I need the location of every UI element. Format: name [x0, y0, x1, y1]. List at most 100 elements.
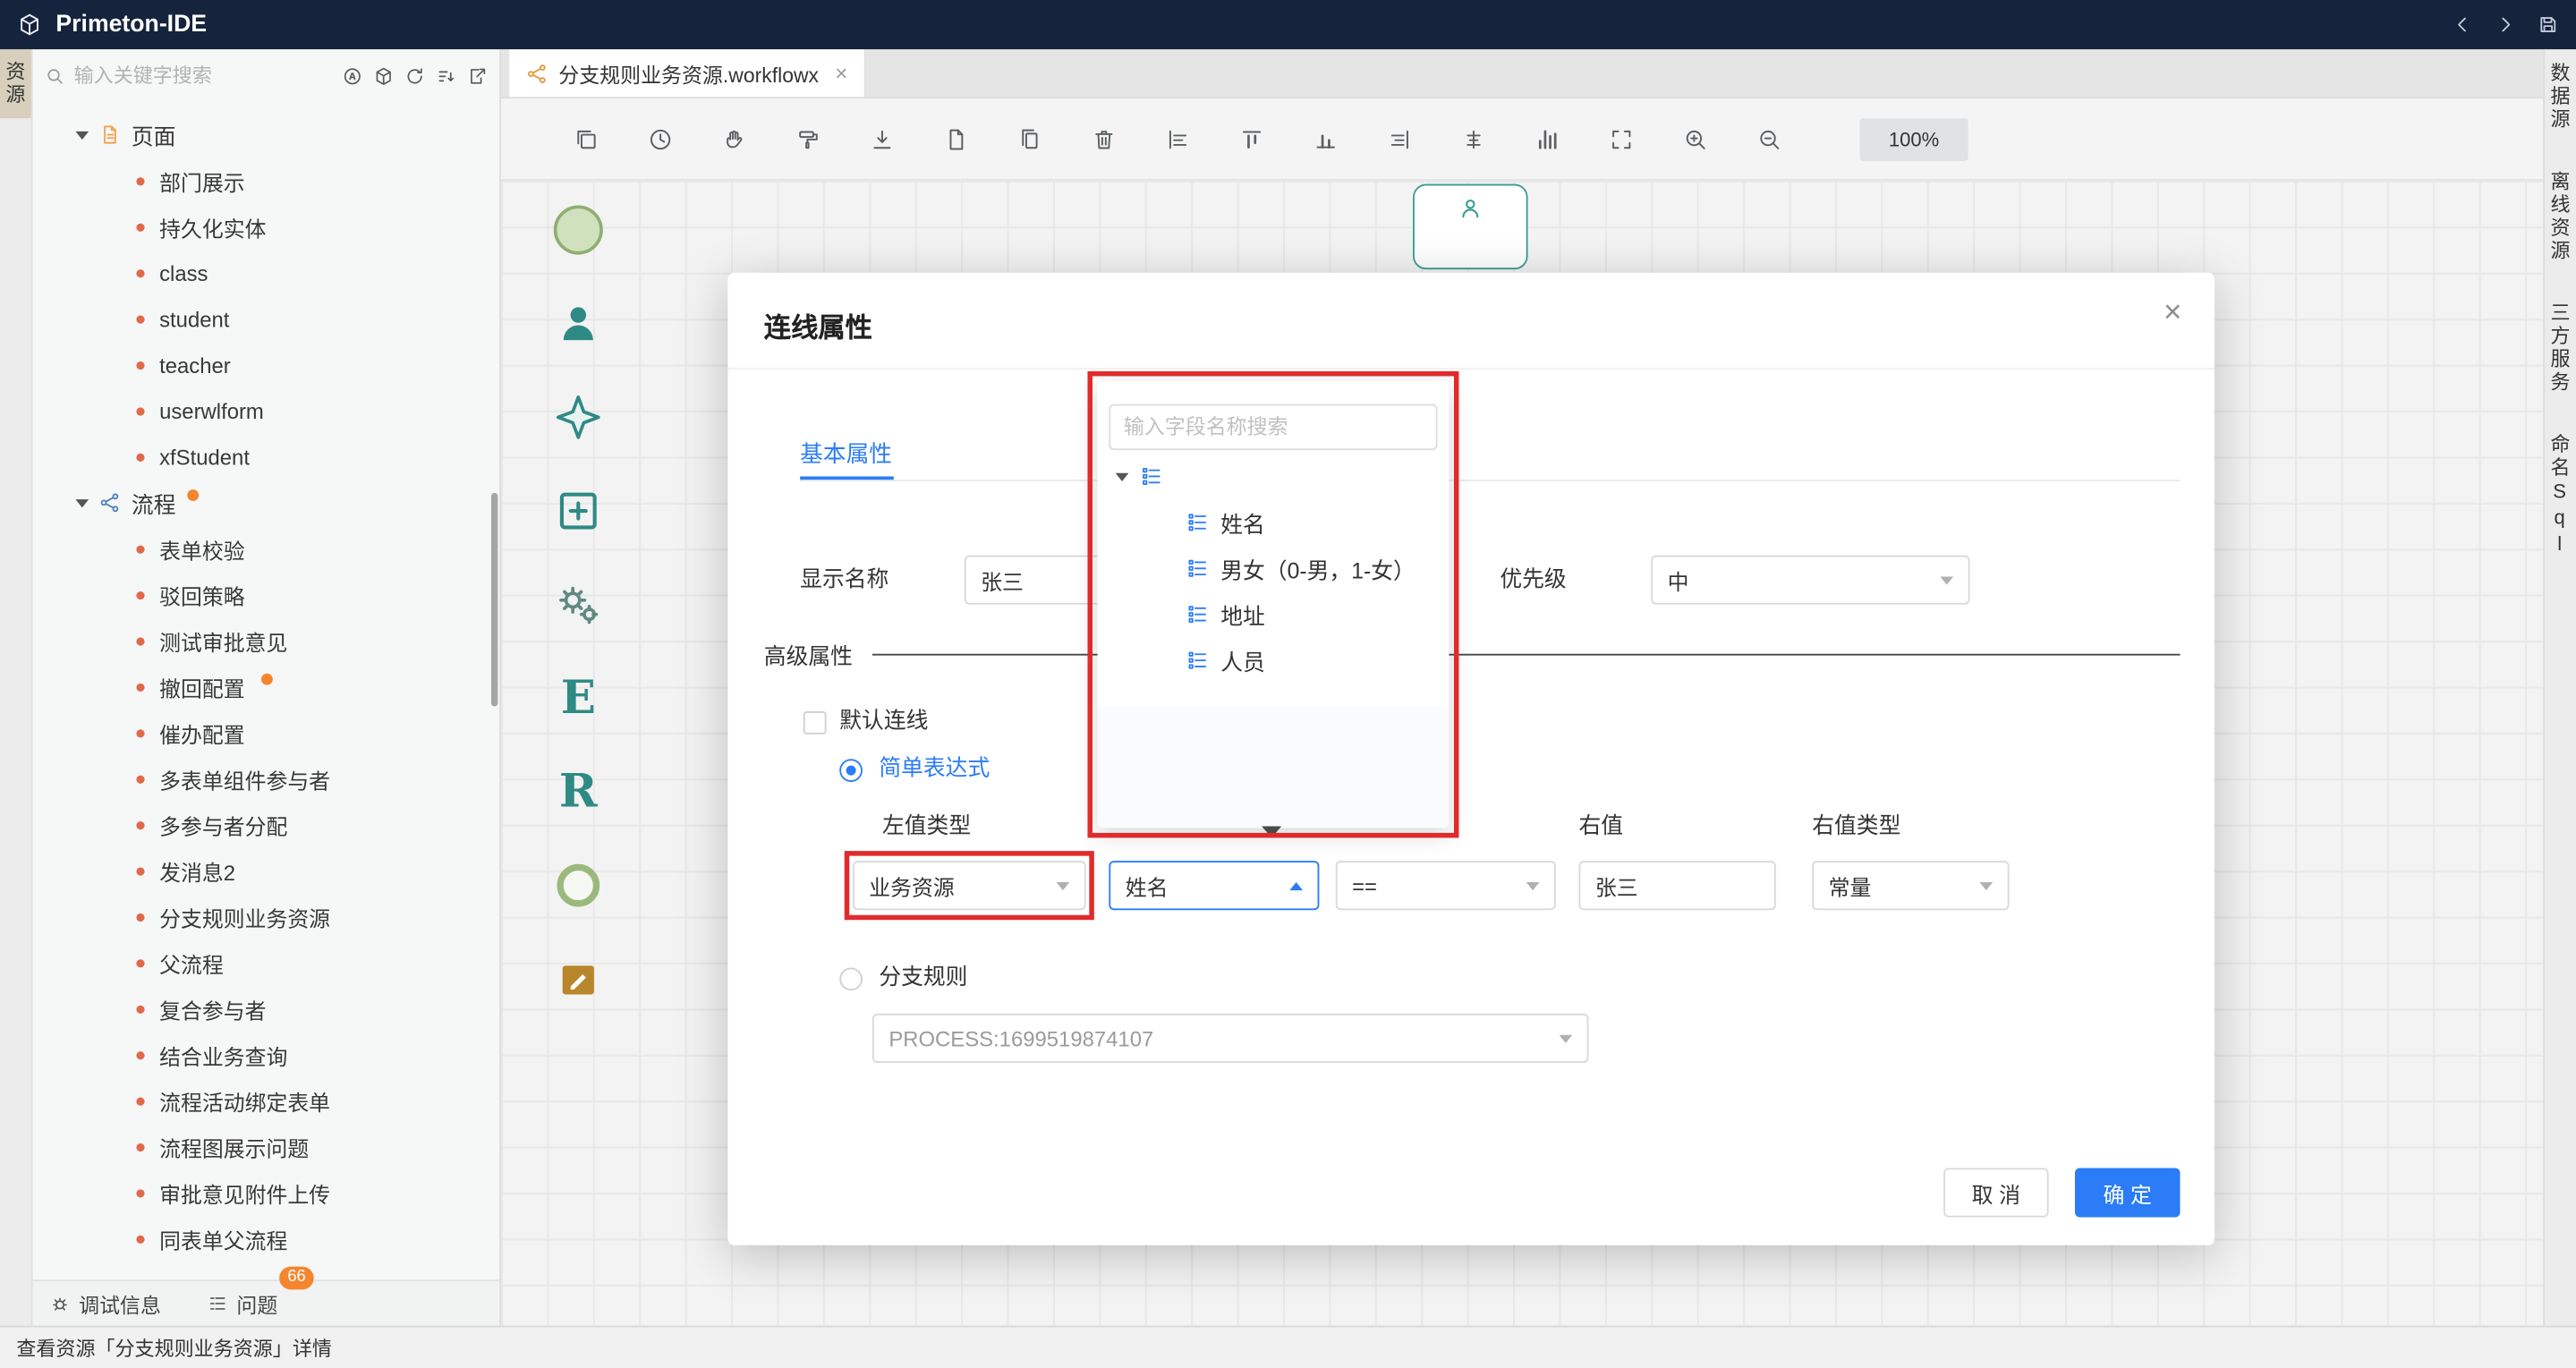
sidebar-header [33, 49, 499, 102]
tree-item[interactable]: teacher [33, 342, 499, 387]
tree-item[interactable]: 催办配置 [33, 709, 499, 755]
align-center-icon[interactable] [1460, 125, 1486, 151]
debug-info-button[interactable]: 调试信息 [49, 1288, 161, 1320]
resources-tab[interactable]: 资源 [0, 49, 31, 118]
field-select[interactable]: 姓名 [1109, 861, 1319, 910]
tree-item[interactable]: 驳回策略 [33, 572, 499, 617]
tree-item[interactable]: 复合参与者 [33, 986, 499, 1032]
simple-expression-radio[interactable] [839, 759, 863, 782]
theme-icon[interactable] [795, 125, 821, 151]
left-type-select[interactable]: 业务资源 [853, 861, 1086, 910]
tab-named-sql[interactable]: 命名Sql [2546, 434, 2574, 559]
field-option[interactable]: 人员 [1098, 637, 1450, 683]
field-option[interactable]: 姓名 [1098, 499, 1450, 545]
palette-note[interactable] [547, 947, 609, 1010]
tree-group-processes[interactable]: 流程 [33, 480, 499, 525]
field-tree-root[interactable] [1098, 454, 1450, 499]
palette-add-node[interactable] [547, 480, 609, 542]
hand-icon[interactable] [721, 125, 747, 151]
fit-screen-icon[interactable] [1609, 125, 1635, 151]
operator-select[interactable]: == [1336, 861, 1556, 910]
palette-end-node[interactable] [547, 854, 609, 917]
history-icon[interactable] [647, 125, 673, 151]
tab-third-party-services[interactable]: 三方服务 [2546, 302, 2574, 395]
tree-item-current-resource[interactable]: 分支规则业务资源 [33, 894, 499, 939]
bullet-icon [136, 775, 144, 783]
save-icon[interactable] [2537, 13, 2560, 37]
priority-select[interactable]: 中 [1651, 556, 1969, 605]
tree-item[interactable]: 多表单组件参与者 [33, 756, 499, 802]
tree-item[interactable]: 审批意见附件上传 [33, 1169, 499, 1215]
tab-datasource[interactable]: 数据源 [2546, 63, 2574, 132]
tab-basic-properties[interactable]: 基本属性 [800, 437, 892, 470]
clone-icon[interactable] [574, 125, 599, 151]
tree-item[interactable]: class [33, 250, 499, 295]
nav-back-icon[interactable] [2451, 13, 2474, 37]
bar-chart-icon[interactable] [1535, 125, 1560, 151]
tab-close-icon[interactable]: × [835, 61, 847, 86]
caret-down-icon[interactable] [75, 131, 89, 139]
default-line-checkbox[interactable] [803, 711, 827, 735]
zoom-out-icon[interactable] [1756, 125, 1782, 151]
tree-item[interactable]: 流程图展示问题 [33, 1124, 499, 1169]
tree-item[interactable]: 表单校验 [33, 526, 499, 572]
tree-group-pages[interactable]: 页面 [33, 112, 499, 157]
tree-item[interactable]: 父流程 [33, 939, 499, 985]
branch-rule-select[interactable]: PROCESS:1699519874107 [872, 1014, 1589, 1063]
tree-item[interactable]: userwlform [33, 387, 499, 433]
field-option[interactable]: 男女（0-男，1-女） [1098, 546, 1450, 591]
flow-node-participant[interactable] [1413, 184, 1528, 269]
tree-item[interactable]: 流程活动绑定表单 [33, 1077, 499, 1123]
tree-item[interactable]: student [33, 295, 499, 341]
align-right-icon[interactable] [1387, 125, 1413, 151]
module-icon[interactable] [373, 65, 395, 87]
new-file-icon[interactable] [943, 125, 969, 151]
caret-down-icon[interactable] [75, 498, 89, 506]
problems-button[interactable]: 问题 [207, 1288, 277, 1320]
tree-item[interactable]: 部门展示 [33, 157, 499, 203]
right-value-input[interactable] [1578, 861, 1775, 910]
resource-search-input[interactable] [74, 64, 334, 88]
palette-rule[interactable]: R [547, 760, 609, 823]
branch-rule-radio[interactable] [839, 967, 863, 990]
tree-item[interactable]: 测试审批意见 [33, 617, 499, 663]
zoom-in-icon[interactable] [1682, 125, 1708, 151]
ok-button[interactable]: 确 定 [2075, 1168, 2181, 1217]
palette-settings[interactable] [547, 574, 609, 636]
align-left-icon[interactable] [1165, 125, 1191, 151]
tree-item[interactable]: 结合业务查询 [33, 1032, 499, 1077]
ai-assistant-icon[interactable] [342, 65, 363, 87]
right-type-select[interactable]: 常量 [1812, 861, 2009, 910]
editor-tab-workflow[interactable]: 分支规则业务资源.workflowx × [509, 49, 865, 97]
tab-offline-resources[interactable]: 离线资源 [2546, 171, 2574, 263]
refresh-icon[interactable] [404, 65, 426, 87]
tab-title: 分支规则业务资源.workflowx [558, 57, 819, 89]
download-icon[interactable] [869, 125, 895, 151]
tree-item[interactable]: 持久化实体 [33, 204, 499, 250]
tree-item[interactable]: 撤回配置 [33, 664, 499, 709]
export-icon[interactable] [466, 65, 488, 87]
sort-icon[interactable] [436, 65, 457, 87]
palette-entity[interactable]: E [547, 667, 609, 729]
palette-participant[interactable] [547, 293, 609, 355]
delete-icon[interactable] [1091, 125, 1117, 151]
bullet-icon [136, 913, 144, 921]
sidebar-scrollbar[interactable] [491, 493, 497, 707]
tree-item[interactable]: xfStudent [33, 434, 499, 480]
tree-item[interactable]: 发消息2 [33, 847, 499, 893]
display-name-label: 显示名称 [800, 556, 888, 605]
copy-icon[interactable] [1017, 125, 1043, 151]
field-search-input[interactable] [1109, 404, 1437, 450]
field-option[interactable]: 地址 [1098, 591, 1450, 637]
zoom-level[interactable]: 100% [1859, 117, 1968, 160]
close-icon[interactable]: × [2164, 295, 2181, 331]
tree-item[interactable]: 多参与者分配 [33, 802, 499, 847]
nav-forward-icon[interactable] [2494, 13, 2517, 37]
palette-start-node[interactable] [547, 199, 609, 261]
cancel-button[interactable]: 取 消 [1943, 1168, 2049, 1217]
align-bottom-icon[interactable] [1313, 125, 1339, 151]
palette-gateway[interactable] [547, 386, 609, 448]
tree-item[interactable]: 同表单父流程 [33, 1216, 499, 1262]
caret-down-icon[interactable] [1116, 472, 1129, 480]
align-top-icon[interactable] [1238, 125, 1264, 151]
